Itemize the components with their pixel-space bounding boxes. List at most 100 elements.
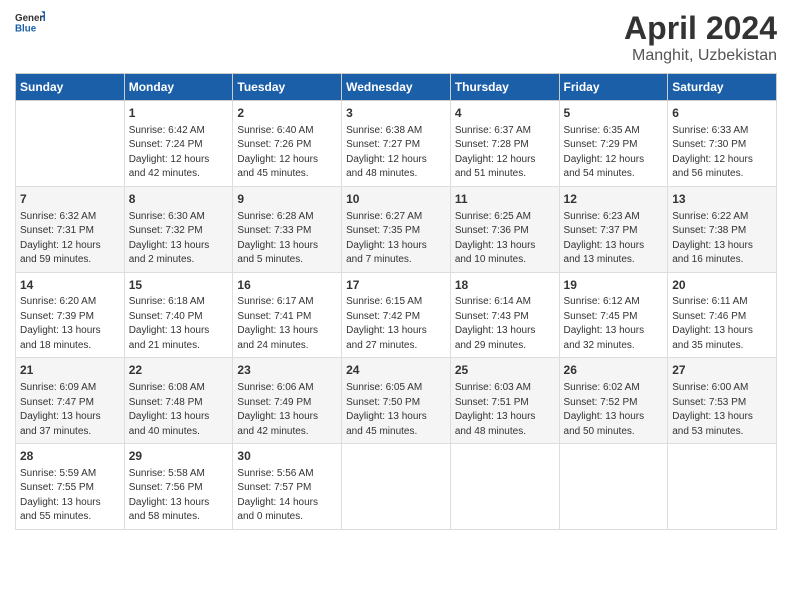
- cell-content: Sunrise: 6:38 AM Sunset: 7:27 PM Dayligh…: [346, 124, 446, 182]
- cell-content: Sunrise: 6:33 AM Sunset: 7:30 PM Dayligh…: [672, 124, 772, 182]
- logo: General Blue: [15, 10, 45, 35]
- calendar-cell: 23Sunrise: 6:06 AM Sunset: 7:49 PM Dayli…: [233, 358, 342, 444]
- calendar-cell: 6 Sunrise: 6:33 AM Sunset: 7:30 PM Daylig…: [668, 101, 777, 187]
- cell-content: Sunrise: 6:11 AM Sunset: 7:46 PM Dayligh…: [672, 295, 772, 353]
- calendar-cell: 30 Sunrise: 5:56 AM Sunset: 7:57 PM Dayli…: [233, 444, 342, 530]
- day-number: 21: [20, 362, 120, 379]
- header-thursday: Thursday: [450, 74, 559, 101]
- calendar-cell: 29Sunrise: 5:58 AM Sunset: 7:56 PM Dayli…: [124, 444, 233, 530]
- cell-content: Sunrise: 6:12 AM Sunset: 7:45 PM Dayligh…: [564, 295, 664, 353]
- calendar-cell: 22Sunrise: 6:08 AM Sunset: 7:48 PM Dayli…: [124, 358, 233, 444]
- svg-text:Blue: Blue: [15, 24, 37, 35]
- cell-content: Sunrise: 6:30 AM Sunset: 7:32 PM Dayligh…: [129, 210, 229, 268]
- day-number: 12: [564, 191, 664, 208]
- cell-content: Sunrise: 6:09 AM Sunset: 7:47 PM Dayligh…: [20, 381, 120, 439]
- calendar-cell: 5Sunrise: 6:35 AM Sunset: 7:29 PM Daylig…: [559, 101, 668, 187]
- cell-content: Sunrise: 6:14 AM Sunset: 7:43 PM Dayligh…: [455, 295, 555, 353]
- calendar-cell: [342, 444, 451, 530]
- calendar-cell: 24 Sunrise: 6:05 AM Sunset: 7:50 PM Dayli…: [342, 358, 451, 444]
- cell-content: Sunrise: 6:02 AM Sunset: 7:52 PM Dayligh…: [564, 381, 664, 439]
- calendar-cell: 16Sunrise: 6:17 AM Sunset: 7:41 PM Dayli…: [233, 272, 342, 358]
- calendar-cell: 14Sunrise: 6:20 AM Sunset: 7:39 PM Dayli…: [16, 272, 125, 358]
- day-number: 11: [455, 191, 555, 208]
- cell-content: Sunrise: 6:17 AM Sunset: 7:41 PM Dayligh…: [237, 295, 337, 353]
- day-number: 7: [20, 191, 120, 208]
- calendar-week-5: 28 Sunrise: 5:59 AM Sunset: 7:55 PM Dayli…: [16, 444, 777, 530]
- calendar-cell: 3 Sunrise: 6:38 AM Sunset: 7:27 PM Daylig…: [342, 101, 451, 187]
- calendar-cell: 19Sunrise: 6:12 AM Sunset: 7:45 PM Dayli…: [559, 272, 668, 358]
- cell-content: Sunrise: 6:05 AM Sunset: 7:50 PM Dayligh…: [346, 381, 446, 439]
- cell-content: Sunrise: 6:23 AM Sunset: 7:37 PM Dayligh…: [564, 210, 664, 268]
- day-number: 9: [237, 191, 337, 208]
- calendar-cell: 18Sunrise: 6:14 AM Sunset: 7:43 PM Dayli…: [450, 272, 559, 358]
- day-number: 1: [129, 105, 229, 122]
- cell-content: Sunrise: 6:42 AM Sunset: 7:24 PM Dayligh…: [129, 124, 229, 182]
- day-number: 24: [346, 362, 446, 379]
- cell-content: Sunrise: 6:40 AM Sunset: 7:26 PM Dayligh…: [237, 124, 337, 182]
- day-number: 29: [129, 448, 229, 465]
- header-monday: Monday: [124, 74, 233, 101]
- calendar-cell: 28 Sunrise: 5:59 AM Sunset: 7:55 PM Dayli…: [16, 444, 125, 530]
- calendar-cell: 17Sunrise: 6:15 AM Sunset: 7:42 PM Dayli…: [342, 272, 451, 358]
- calendar-cell: 25 Sunrise: 6:03 AM Sunset: 7:51 PM Dayli…: [450, 358, 559, 444]
- calendar-cell: 7 Sunrise: 6:32 AM Sunset: 7:31 PM Daylig…: [16, 186, 125, 272]
- day-number: 30: [237, 448, 337, 465]
- day-number: 25: [455, 362, 555, 379]
- calendar-cell: 11 Sunrise: 6:25 AM Sunset: 7:36 PM Dayli…: [450, 186, 559, 272]
- calendar-cell: 21 Sunrise: 6:09 AM Sunset: 7:47 PM Dayli…: [16, 358, 125, 444]
- cell-content: Sunrise: 6:28 AM Sunset: 7:33 PM Dayligh…: [237, 210, 337, 268]
- cell-content: Sunrise: 6:32 AM Sunset: 7:31 PM Dayligh…: [20, 210, 120, 268]
- calendar-cell: 2 Sunrise: 6:40 AM Sunset: 7:26 PM Daylig…: [233, 101, 342, 187]
- day-number: 6: [672, 105, 772, 122]
- calendar-cell: 8Sunrise: 6:30 AM Sunset: 7:32 PM Daylig…: [124, 186, 233, 272]
- cell-content: Sunrise: 6:00 AM Sunset: 7:53 PM Dayligh…: [672, 381, 772, 439]
- calendar-cell: 26 Sunrise: 6:02 AM Sunset: 7:52 PM Dayli…: [559, 358, 668, 444]
- cell-content: Sunrise: 6:22 AM Sunset: 7:38 PM Dayligh…: [672, 210, 772, 268]
- calendar-cell: 4 Sunrise: 6:37 AM Sunset: 7:28 PM Daylig…: [450, 101, 559, 187]
- calendar-cell: [450, 444, 559, 530]
- header-wednesday: Wednesday: [342, 74, 451, 101]
- calendar-cell: 9 Sunrise: 6:28 AM Sunset: 7:33 PM Daylig…: [233, 186, 342, 272]
- day-number: 14: [20, 277, 120, 294]
- day-number: 15: [129, 277, 229, 294]
- day-number: 20: [672, 277, 772, 294]
- cell-content: Sunrise: 6:03 AM Sunset: 7:51 PM Dayligh…: [455, 381, 555, 439]
- calendar-cell: 12 Sunrise: 6:23 AM Sunset: 7:37 PM Dayli…: [559, 186, 668, 272]
- day-number: 4: [455, 105, 555, 122]
- day-number: 2: [237, 105, 337, 122]
- main-container: General Blue April 2024 Manghit, Uzbekis…: [0, 0, 792, 540]
- day-number: 13: [672, 191, 772, 208]
- cell-content: Sunrise: 6:25 AM Sunset: 7:36 PM Dayligh…: [455, 210, 555, 268]
- day-number: 3: [346, 105, 446, 122]
- header-friday: Friday: [559, 74, 668, 101]
- cell-content: Sunrise: 5:56 AM Sunset: 7:57 PM Dayligh…: [237, 467, 337, 525]
- calendar-table: SundayMondayTuesdayWednesdayThursdayFrid…: [15, 73, 777, 530]
- calendar-week-1: 1 Sunrise: 6:42 AM Sunset: 7:24 PM Daylig…: [16, 101, 777, 187]
- day-number: 19: [564, 277, 664, 294]
- day-number: 10: [346, 191, 446, 208]
- calendar-week-4: 21 Sunrise: 6:09 AM Sunset: 7:47 PM Dayli…: [16, 358, 777, 444]
- day-number: 17: [346, 277, 446, 294]
- day-number: 22: [129, 362, 229, 379]
- cell-content: Sunrise: 5:59 AM Sunset: 7:55 PM Dayligh…: [20, 467, 120, 525]
- day-number: 5: [564, 105, 664, 122]
- day-number: 28: [20, 448, 120, 465]
- cell-content: Sunrise: 6:37 AM Sunset: 7:28 PM Dayligh…: [455, 124, 555, 182]
- calendar-cell: [668, 444, 777, 530]
- header: General Blue April 2024 Manghit, Uzbekis…: [15, 10, 777, 65]
- calendar-header-row: SundayMondayTuesdayWednesdayThursdayFrid…: [16, 74, 777, 101]
- day-number: 23: [237, 362, 337, 379]
- logo-icon: General Blue: [15, 10, 45, 35]
- calendar-cell: [16, 101, 125, 187]
- cell-content: Sunrise: 6:27 AM Sunset: 7:35 PM Dayligh…: [346, 210, 446, 268]
- subtitle: Manghit, Uzbekistan: [624, 47, 777, 65]
- main-title: April 2024: [624, 10, 777, 47]
- day-number: 26: [564, 362, 664, 379]
- calendar-week-3: 14Sunrise: 6:20 AM Sunset: 7:39 PM Dayli…: [16, 272, 777, 358]
- calendar-cell: 20Sunrise: 6:11 AM Sunset: 7:46 PM Dayli…: [668, 272, 777, 358]
- cell-content: Sunrise: 6:20 AM Sunset: 7:39 PM Dayligh…: [20, 295, 120, 353]
- day-number: 18: [455, 277, 555, 294]
- calendar-cell: 13 Sunrise: 6:22 AM Sunset: 7:38 PM Dayli…: [668, 186, 777, 272]
- calendar-cell: 27Sunrise: 6:00 AM Sunset: 7:53 PM Dayli…: [668, 358, 777, 444]
- calendar-cell: 15Sunrise: 6:18 AM Sunset: 7:40 PM Dayli…: [124, 272, 233, 358]
